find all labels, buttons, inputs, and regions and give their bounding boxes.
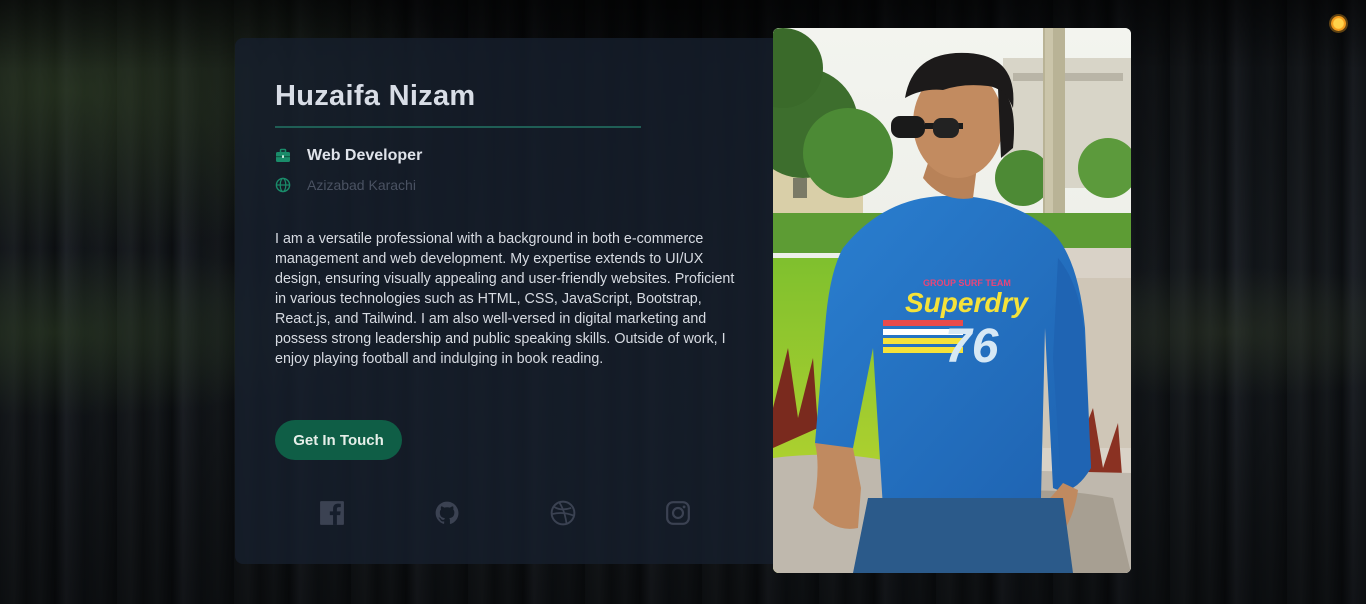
profile-photo-illustration: GROUP SURF TEAM Superdry 76 <box>773 28 1131 573</box>
dribbble-icon[interactable] <box>550 500 576 526</box>
sun-icon[interactable] <box>1331 16 1346 31</box>
profile-name: Huzaifa Nizam <box>275 80 476 112</box>
location-row: Azizabad Karachi <box>275 177 416 193</box>
shirt-text-brand: Superdry <box>905 287 1029 318</box>
job-row: Web Developer <box>275 147 422 165</box>
profile-card: Huzaifa Nizam Web Developer Azizabad Kar… <box>235 38 780 564</box>
briefcase-icon <box>276 148 290 162</box>
job-title: Web Developer <box>307 147 423 164</box>
social-links <box>319 500 691 526</box>
bio-text: I am a versatile professional with a bac… <box>275 231 735 367</box>
github-icon[interactable] <box>434 500 460 526</box>
name-divider <box>275 126 641 128</box>
location-text: Azizabad Karachi <box>307 177 416 193</box>
instagram-icon[interactable] <box>665 500 691 526</box>
shirt-text-number: 76 <box>945 320 999 373</box>
profile-photo: GROUP SURF TEAM Superdry 76 <box>773 28 1131 573</box>
facebook-icon[interactable] <box>319 500 345 526</box>
globe-icon <box>275 177 291 193</box>
get-in-touch-button[interactable]: Get In Touch <box>275 420 402 460</box>
